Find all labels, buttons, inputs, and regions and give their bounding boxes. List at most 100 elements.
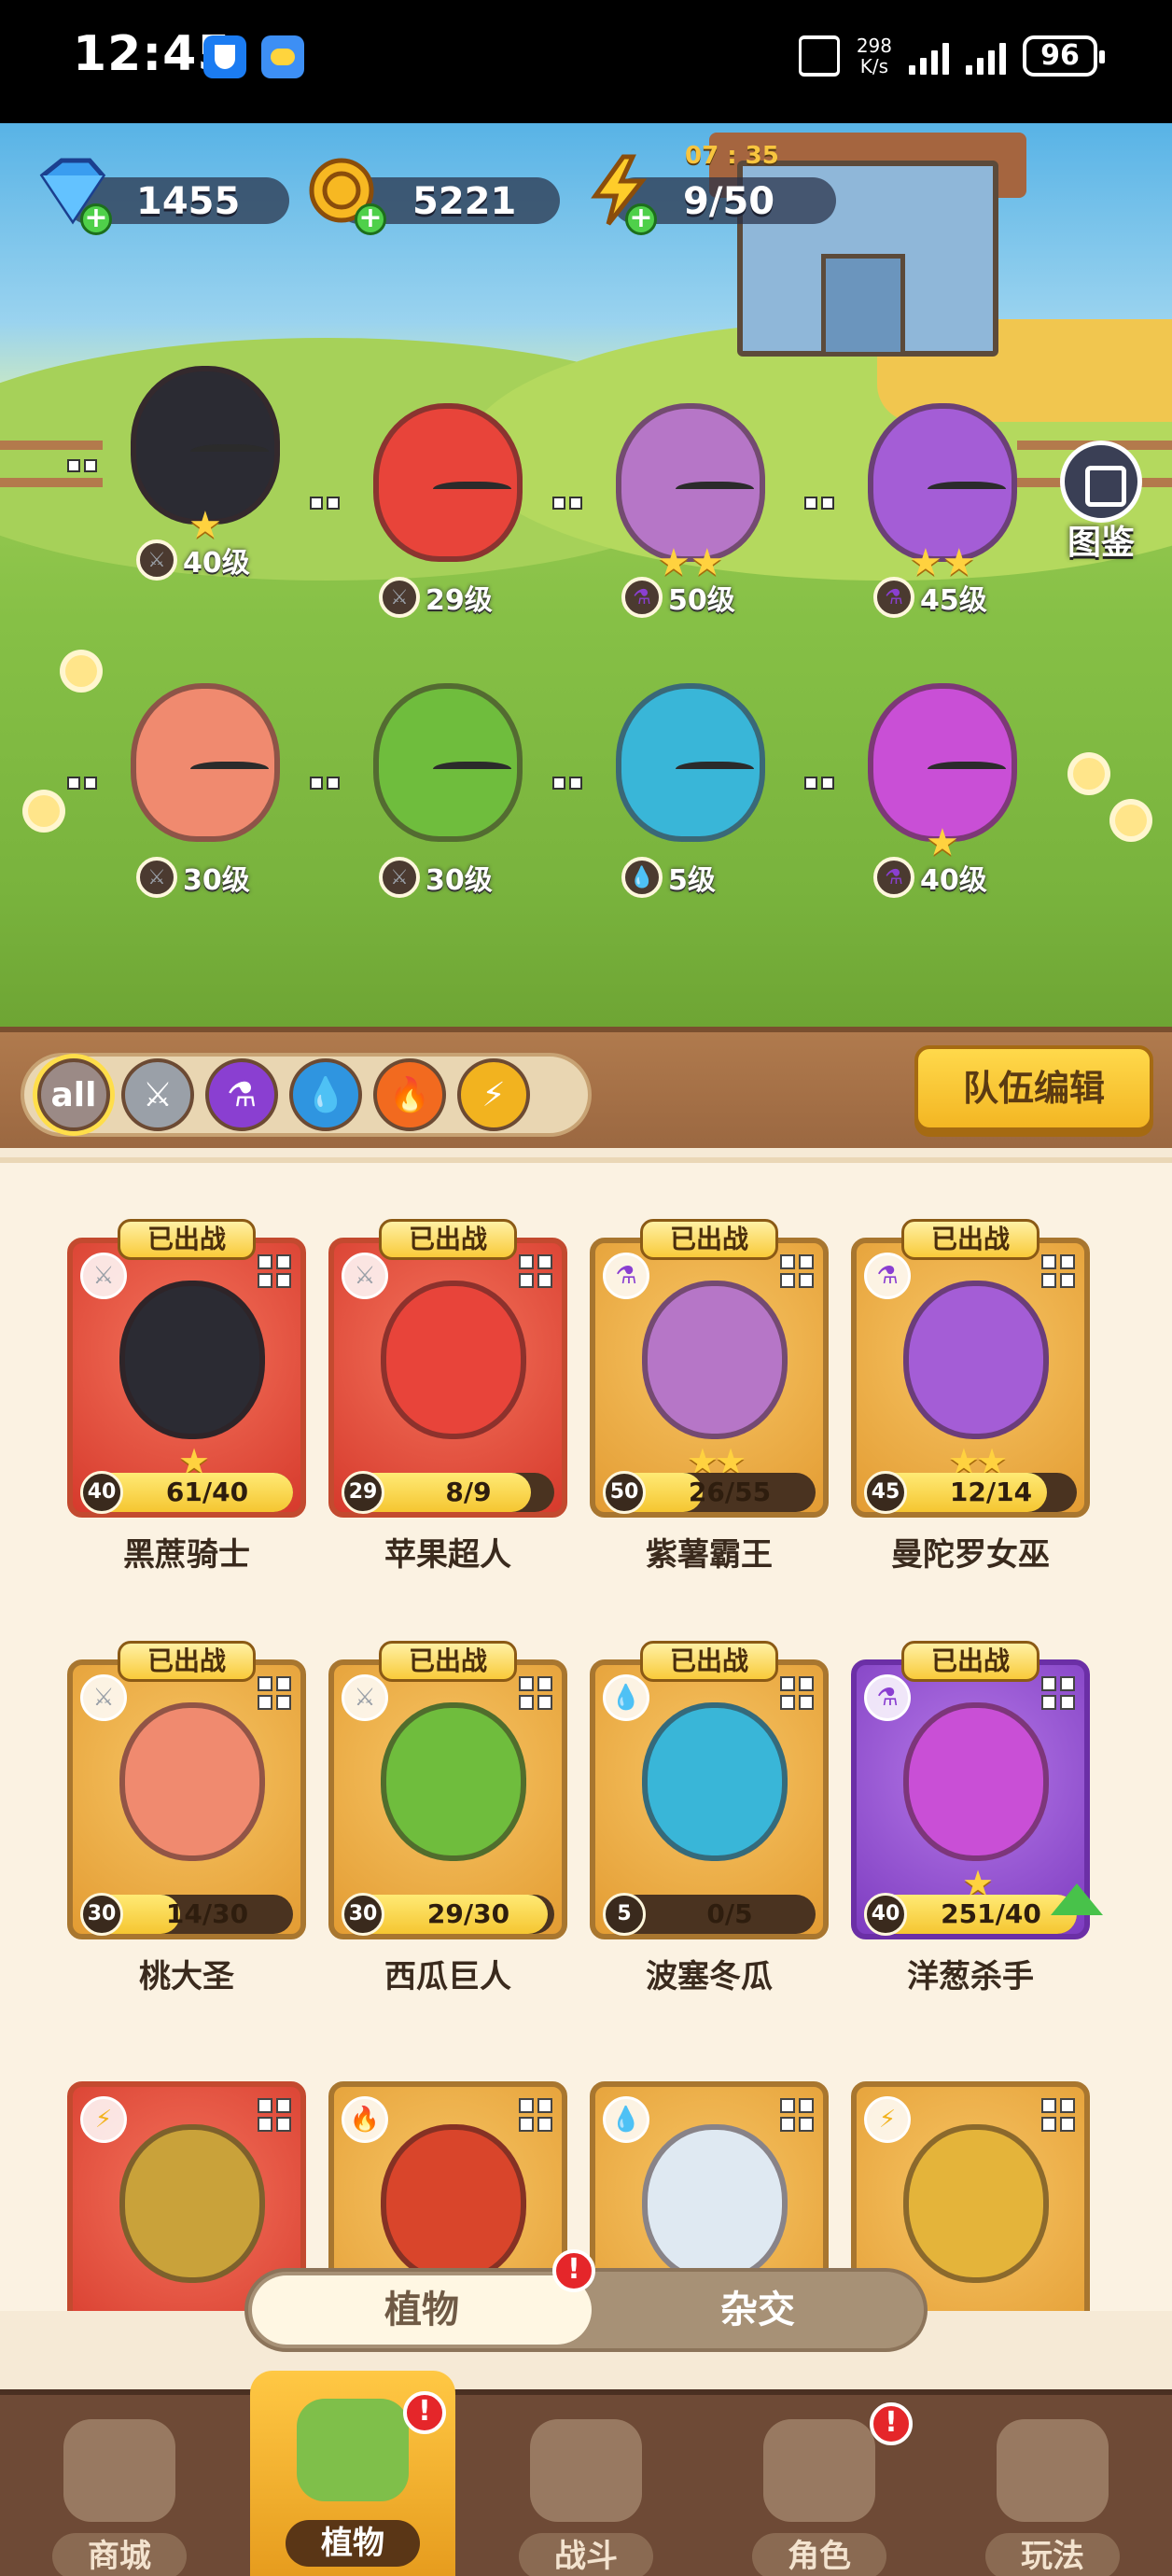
shard-progress: 30 14/30 <box>80 1893 293 1936</box>
shard-progress: 5 0/5 <box>603 1893 816 1936</box>
plant-level-tag: ⚗ 45级 <box>873 576 987 619</box>
sword-icon: ⚔ <box>379 857 420 898</box>
deployed-badge: 已出战 <box>640 1219 778 1260</box>
deployed-badge: 已出战 <box>118 1219 256 1260</box>
scene-plant[interactable]: ⚔ 29级 <box>310 394 541 618</box>
sword-icon: ⚔ <box>80 1674 127 1721</box>
add-energy-button[interactable]: + <box>625 203 657 235</box>
plant-figure <box>373 403 523 562</box>
plant-card[interactable]: 已出战 ⚗ ★ 40 251/40 洋葱杀手 <box>851 1641 1103 1995</box>
deployed-badge: 已出战 <box>379 1219 517 1260</box>
slot-icon <box>310 497 340 510</box>
filter-all-button[interactable]: all <box>37 1058 110 1131</box>
add-gems-button[interactable]: + <box>80 203 112 235</box>
lightning-icon: ⚡ <box>80 2096 127 2143</box>
nav-battle[interactable]: 战斗 <box>483 2402 689 2576</box>
plant-figure <box>616 683 765 842</box>
filter-bar: all ⚔ ⚗ 💧 🔥 ⚡ 队伍编辑 <box>0 1027 1172 1148</box>
card-level: 5 <box>603 1893 646 1936</box>
plant-portrait <box>119 1281 265 1439</box>
barn-door <box>821 254 905 357</box>
shard-progress: 29 8/9 <box>342 1471 554 1514</box>
shard-progress: 30 29/30 <box>342 1893 554 1936</box>
scene-plant[interactable]: ★★ ⚗ 45级 <box>804 394 1036 618</box>
scene-plant[interactable]: ★★ ⚗ 50级 <box>552 394 784 618</box>
plant-name: 黑蔗骑士 <box>123 1536 250 1574</box>
flower <box>65 655 97 687</box>
plant-card[interactable]: 已出战 ⚔ 30 29/30 西瓜巨人 <box>328 1641 567 1995</box>
network-speed-value: 298 <box>856 35 892 57</box>
deployed-badge: 已出战 <box>901 1219 1039 1260</box>
plant-card[interactable]: 已出战 💧 5 0/5 波塞冬瓜 <box>590 1641 829 1995</box>
plant-figure <box>616 403 765 562</box>
card-level: 40 <box>864 1893 907 1936</box>
slot-icon <box>310 777 340 790</box>
plant-portrait <box>903 1702 1049 1861</box>
card-level: 29 <box>342 1471 384 1514</box>
shard-progress: 50 26/55 <box>603 1471 816 1514</box>
gallery-button[interactable]: 图鉴 <box>1054 441 1148 562</box>
plant-level-tag: ⚗ 50级 <box>621 576 735 619</box>
scene-plant[interactable]: ⚔ 30级 <box>67 674 299 898</box>
plant-portrait <box>381 2124 526 2283</box>
card-level: 50 <box>603 1471 646 1514</box>
water-icon: 💧 <box>621 857 663 898</box>
potion-icon: ⚗ <box>873 577 914 618</box>
filter-potion-button[interactable]: ⚗ <box>205 1058 278 1131</box>
plant-portrait <box>903 2124 1049 2283</box>
plant-name: 西瓜巨人 <box>384 1958 511 1995</box>
tab-plants[interactable]: 植物 <box>252 2275 592 2345</box>
slot-icon <box>804 777 834 790</box>
plant-card[interactable]: 已出战 ⚔ 29 8/9 苹果超人 <box>328 1219 567 1574</box>
shard-count: 12/14 <box>949 1477 1033 1507</box>
nav-character[interactable]: 角色! <box>717 2402 922 2576</box>
plant-eyes <box>928 482 1006 500</box>
category-toggle: 植物 杂交 ! <box>244 2249 928 2352</box>
scene-plant[interactable]: ⚔ 30级 <box>310 674 541 898</box>
shard-count: 61/40 <box>165 1477 249 1507</box>
slot-icon <box>67 777 97 790</box>
scene-plant[interactable]: 💧 5级 <box>552 674 784 898</box>
plant-name: 波塞冬瓜 <box>646 1958 773 1995</box>
slot-icon <box>1041 1676 1075 1710</box>
weather-app-icon <box>261 35 304 78</box>
team-edit-button[interactable]: 队伍编辑 <box>914 1045 1153 1131</box>
plant-figure <box>131 683 280 842</box>
bottom-nav: 商城 植物! 战斗 角色! 玩法 <box>0 2371 1172 2576</box>
nav-plants[interactable]: 植物! <box>250 2371 455 2576</box>
plant-level: 45级 <box>920 584 987 617</box>
slot-icon <box>258 1254 291 1288</box>
plants-panel: all ⚔ ⚗ 💧 🔥 ⚡ 队伍编辑 已出战 ⚔ ★ 40 61/40 黑蔗骑士 已出战 ⚔ 29 8/9 苹… <box>0 1027 1172 2576</box>
scene-plant[interactable]: ★ ⚗ 40级 <box>804 674 1036 898</box>
scene-plant[interactable]: ★ ⚔ 40级 <box>67 357 299 581</box>
filter-fire-button[interactable]: 🔥 <box>373 1058 446 1131</box>
nav-gameplay[interactable]: 玩法 <box>950 2402 1155 2576</box>
potion-icon: ⚗ <box>873 857 914 898</box>
plant-level: 29级 <box>426 584 493 617</box>
plants-icon <box>297 2399 409 2501</box>
plant-card[interactable]: 已出战 ⚔ 30 14/30 桃大圣 <box>67 1641 306 1995</box>
nav-label: 角色 <box>752 2533 886 2576</box>
energy-timer: 07 : 35 <box>685 142 779 170</box>
plant-card[interactable]: 已出战 ⚔ ★ 40 61/40 黑蔗骑士 <box>67 1219 306 1574</box>
filter-water-button[interactable]: 💧 <box>289 1058 362 1131</box>
nav-shop[interactable]: 商城 <box>17 2402 222 2576</box>
plant-card[interactable]: 已出战 ⚗ ★★ 45 12/14 曼陀罗女巫 <box>851 1219 1090 1574</box>
status-indicators: 298 K/s 96 <box>798 28 1105 84</box>
gallery-label: 图鉴 <box>1067 524 1135 562</box>
network-speed-unit: K/s <box>859 55 889 77</box>
filter-lightning-button[interactable]: ⚡ <box>457 1058 530 1131</box>
tab-hybrid[interactable]: 杂交 <box>592 2275 924 2345</box>
potion-icon: ⚗ <box>621 577 663 618</box>
lightning-icon: ⚡ <box>864 2096 911 2143</box>
plant-name: 洋葱杀手 <box>907 1958 1034 1995</box>
gallery-icon <box>1060 441 1142 523</box>
slot-icon <box>780 1676 814 1710</box>
fire-icon: 🔥 <box>342 2096 388 2143</box>
filter-sword-button[interactable]: ⚔ <box>121 1058 194 1131</box>
coins-value: 5221 <box>412 180 517 223</box>
plant-card[interactable]: 已出战 ⚗ ★★ 50 26/55 紫薯霸王 <box>590 1219 829 1574</box>
add-coins-button[interactable]: + <box>355 203 386 235</box>
plant-eyes <box>190 762 269 780</box>
slot-icon <box>519 1254 552 1288</box>
